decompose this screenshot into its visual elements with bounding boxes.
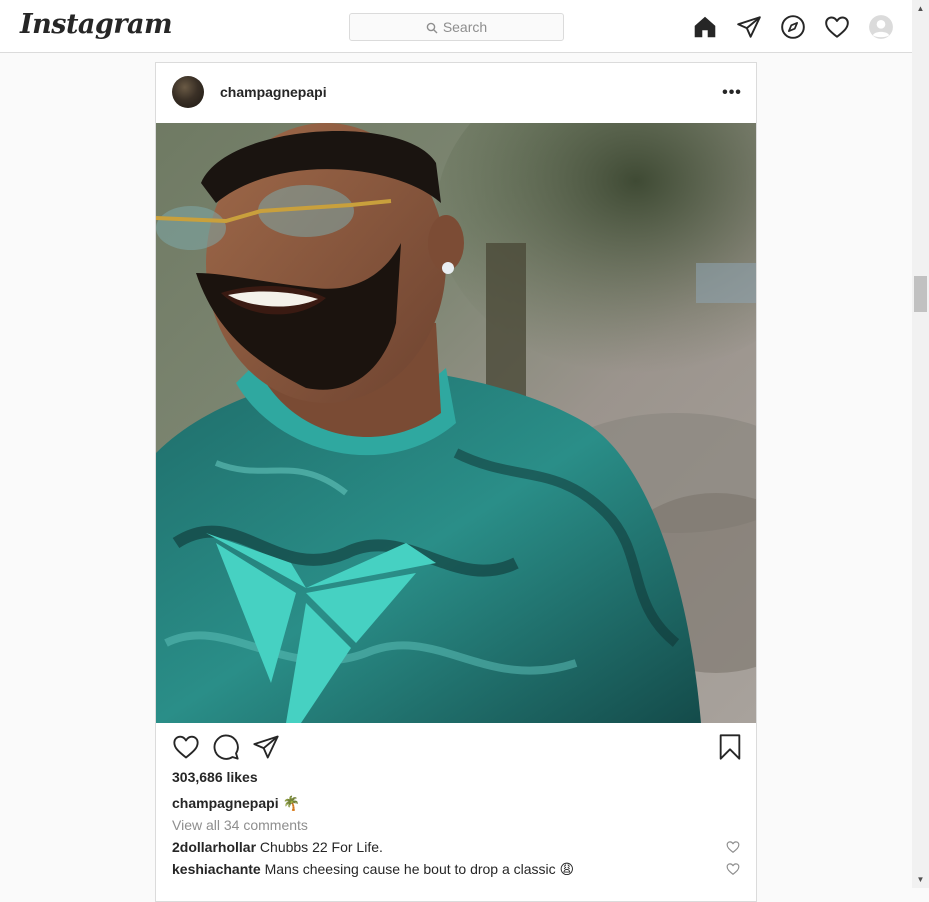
post-actions [156,733,756,763]
comment-username[interactable]: keshiachante [172,861,261,877]
save-bookmark-icon[interactable] [716,733,744,761]
comment-like-heart-icon[interactable] [726,862,740,876]
caption-username[interactable]: champagnepapi [172,795,279,811]
more-options-icon[interactable]: ••• [722,83,742,103]
comment-bubble-icon[interactable] [212,733,240,761]
search-input[interactable]: Search [349,13,564,41]
feed-post: champagnepapi ••• 303,686 likes champagn… [155,62,757,902]
view-all-comments-link[interactable]: View all 34 comments [172,817,308,833]
direct-message-icon[interactable] [736,14,762,40]
profile-avatar-icon[interactable] [868,14,894,40]
search-placeholder: Search [442,19,488,35]
post-photo[interactable] [156,123,756,723]
scroll-down-arrow-icon[interactable]: ▼ [912,871,929,888]
explore-compass-icon[interactable] [780,14,806,40]
comment-username[interactable]: 2dollarhollar [172,839,256,855]
share-direct-icon[interactable] [252,733,280,761]
home-icon[interactable] [692,14,718,40]
caption-text: 🌴 [282,795,300,811]
comment-item: 2dollarhollar Chubbs 22 For Life. [172,839,742,855]
comment-text: Chubbs 22 For Life. [259,839,383,855]
likes-count[interactable]: 303,686 likes [172,769,258,785]
comment-text: Mans cheesing cause he bout to drop a cl… [264,861,575,877]
scrollbar-thumb[interactable] [914,276,927,312]
post-author-avatar[interactable] [172,76,204,108]
scroll-up-arrow-icon[interactable]: ▲ [912,0,929,17]
like-heart-icon[interactable] [172,733,200,761]
post-author-username[interactable]: champagnepapi [220,84,327,100]
post-header: champagnepapi ••• [156,63,756,123]
post-caption: champagnepapi 🌴 [172,795,300,812]
search-icon [426,21,438,34]
vertical-scrollbar[interactable]: ▲ ▼ [912,0,929,888]
comment-item: keshiachante Mans cheesing cause he bout… [172,861,742,878]
comment-like-heart-icon[interactable] [726,840,740,854]
top-nav-bar: Instagram Search [0,0,912,53]
instagram-logo[interactable]: Instagram [20,9,173,40]
activity-heart-icon[interactable] [824,14,850,40]
